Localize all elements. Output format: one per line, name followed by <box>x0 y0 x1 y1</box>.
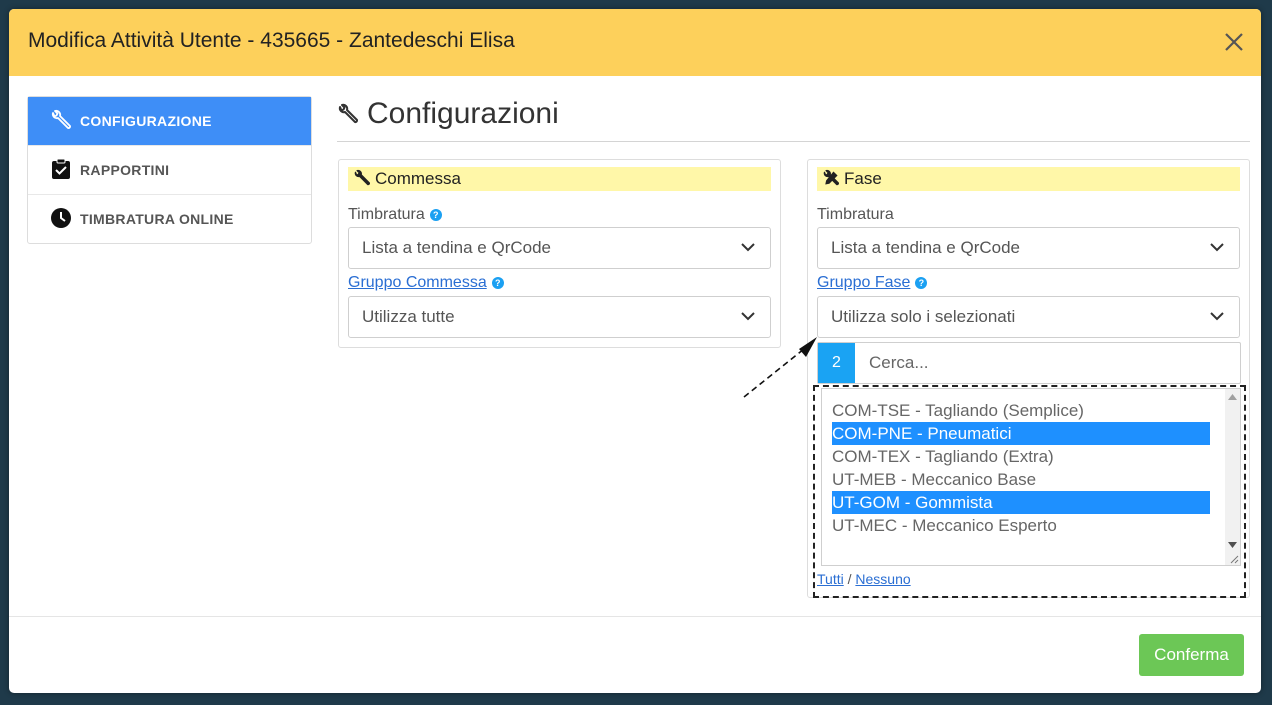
sidebar-item-label: RAPPORTINI <box>80 162 170 178</box>
list-item[interactable]: COM-TSE - Tagliando (Semplice) <box>832 399 1210 422</box>
annotation-arrow <box>743 337 817 398</box>
commessa-gruppo-label: Gruppo Commessa? <box>348 274 504 292</box>
sidebar-item-timbratura-online[interactable]: TIMBRATURA ONLINE <box>28 194 311 243</box>
confirm-button[interactable]: Conferma <box>1139 634 1244 676</box>
commessa-heading: Commessa <box>348 167 771 191</box>
commessa-timbratura-label: Timbratura? <box>348 206 442 224</box>
fase-gruppo-select[interactable]: Utilizza solo i selezionati <box>817 296 1240 338</box>
select-value: Lista a tendina e QrCode <box>831 238 1021 257</box>
close-button[interactable] <box>1221 29 1247 55</box>
modal-title: Modifica Attività Utente - 435665 - Zant… <box>28 29 515 52</box>
modal-header: Modifica Attività Utente - 435665 - Zant… <box>9 9 1261 76</box>
gruppo-fase-link[interactable]: Gruppo Fase <box>817 274 910 291</box>
fase-gruppo-label: Gruppo Fase? <box>817 274 928 292</box>
fase-search-row: 2 <box>817 342 1251 384</box>
scroll-down-icon[interactable] <box>1228 541 1237 549</box>
wrench-icon <box>50 109 72 131</box>
fase-timbratura-label: Timbratura <box>817 206 894 223</box>
wrench-icon <box>337 99 359 124</box>
sidebar-item-configurazione[interactable]: CONFIGURAZIONE <box>28 97 311 145</box>
field-label-text: Timbratura <box>348 206 425 223</box>
select-all-link[interactable]: Tutti <box>817 571 844 587</box>
help-icon[interactable]: ? <box>491 277 504 289</box>
page-title: Configurazioni <box>337 97 559 131</box>
chevron-down-icon <box>741 312 755 321</box>
help-icon[interactable]: ? <box>429 209 442 221</box>
modal-dialog: Modifica Attività Utente - 435665 - Zant… <box>9 9 1261 693</box>
chevron-down-icon <box>741 243 755 252</box>
fase-heading: Fase <box>817 167 1240 191</box>
clock-icon <box>50 207 72 229</box>
chevron-down-icon <box>1210 312 1224 321</box>
help-icon[interactable]: ? <box>915 277 928 289</box>
fase-timbratura-select[interactable]: Lista a tendina e QrCode <box>817 227 1240 269</box>
sidebar-item-rapportini[interactable]: RAPPORTINI <box>28 145 311 194</box>
sidebar-item-label: TIMBRATURA ONLINE <box>80 211 234 227</box>
list-item[interactable]: UT-GOM - Gommista <box>832 491 1210 514</box>
fase-search-input[interactable] <box>855 343 1251 383</box>
select-none-link[interactable]: Nessuno <box>855 571 910 587</box>
commessa-panel: Commessa Timbratura? Lista a tendina e Q… <box>338 159 781 348</box>
list-item[interactable]: COM-TEX - Tagliando (Extra) <box>832 445 1210 468</box>
footer-divider <box>9 616 1261 617</box>
select-links: Tutti / Nessuno <box>817 571 911 587</box>
resize-grip-icon[interactable] <box>1229 554 1239 564</box>
fase-multiselect-list[interactable]: COM-TSE - Tagliando (Semplice) COM-PNE -… <box>821 388 1241 566</box>
select-value: Utilizza tutte <box>362 307 455 326</box>
title-divider <box>337 141 1250 142</box>
link-separator: / <box>847 571 852 587</box>
wrench-icon <box>353 169 371 187</box>
gruppo-commessa-link[interactable]: Gruppo Commessa <box>348 274 487 291</box>
select-value: Utilizza solo i selezionati <box>831 307 1016 326</box>
sidebar-nav: CONFIGURAZIONE RAPPORTINI TIMBRATURA ONL… <box>27 96 312 244</box>
select-value: Lista a tendina e QrCode <box>362 238 552 257</box>
close-icon <box>1225 33 1243 51</box>
sidebar-item-label: CONFIGURAZIONE <box>80 113 212 129</box>
fase-heading-text: Fase <box>844 169 882 188</box>
commessa-gruppo-select[interactable]: Utilizza tutte <box>348 296 771 338</box>
list-scrollbar[interactable] <box>1225 389 1240 565</box>
clipboard-check-icon <box>50 158 72 180</box>
page-title-text: Configurazioni <box>367 97 559 130</box>
scroll-up-icon[interactable] <box>1228 393 1237 401</box>
commessa-timbratura-select[interactable]: Lista a tendina e QrCode <box>348 227 771 269</box>
commessa-heading-text: Commessa <box>375 169 461 188</box>
list-item[interactable]: UT-MEB - Meccanico Base <box>832 468 1210 491</box>
list-item[interactable]: COM-PNE - Pneumatici <box>832 422 1210 445</box>
wrench-screwdriver-icon <box>822 169 840 187</box>
chevron-down-icon <box>1210 243 1224 252</box>
list-item[interactable]: UT-MEC - Meccanico Esperto <box>832 514 1210 537</box>
